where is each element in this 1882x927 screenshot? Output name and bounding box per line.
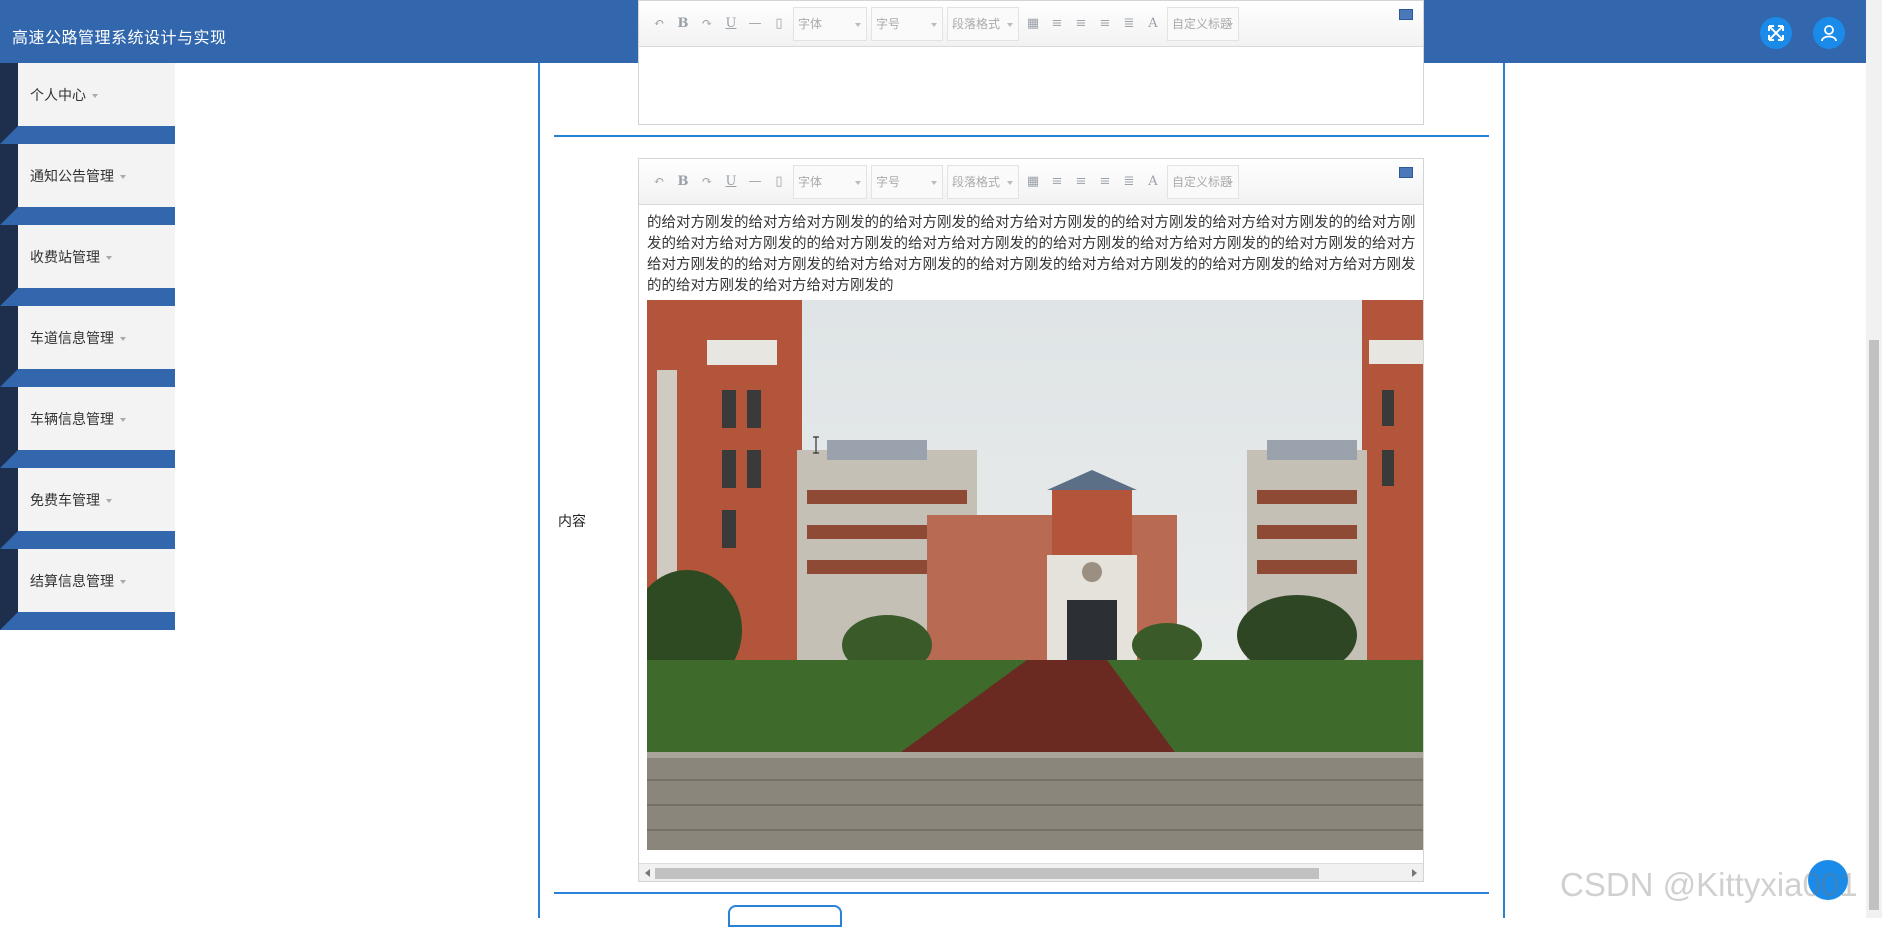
caret-down-icon bbox=[120, 175, 126, 179]
align-justify-icon[interactable]: ≣ bbox=[1117, 12, 1141, 36]
table-icon[interactable]: ▦ bbox=[1021, 12, 1045, 36]
caret-down-icon bbox=[106, 256, 112, 260]
bold-button[interactable]: B bbox=[671, 12, 695, 36]
undo-icon[interactable]: ↶ bbox=[647, 170, 671, 194]
font-family-select[interactable]: 字体 bbox=[793, 6, 867, 41]
caret-down-icon bbox=[92, 94, 98, 98]
rich-text-editor-top[interactable]: ↶ B ↷ U — ▯ 字体 字号 段落格式 ▦ ≡ ≡ ≡ ≣ A 自定义标题 bbox=[638, 0, 1424, 125]
sidebar-item-toll-station[interactable]: 收费站管理 bbox=[0, 225, 175, 306]
content-field-label: 内容 bbox=[558, 514, 586, 530]
expand-icon bbox=[1768, 25, 1784, 41]
source-code-icon[interactable] bbox=[1399, 167, 1413, 178]
editor-toolbar: ↶ B ↷ U — ▯ 字体 字号 段落格式 ▦ ≡ ≡ ≡ ≣ A 自定义标题 bbox=[639, 1, 1423, 47]
underline-button[interactable]: U bbox=[719, 170, 743, 194]
font-family-select[interactable]: 字体 bbox=[793, 164, 867, 199]
scrollbar-thumb[interactable] bbox=[655, 868, 1319, 879]
sidebar-item-vehicle-info[interactable]: 车辆信息管理 bbox=[0, 387, 175, 468]
page-icon[interactable]: ▯ bbox=[767, 12, 791, 36]
sidebar-item-label: 个人中心 bbox=[30, 88, 86, 104]
redo-icon[interactable]: ↷ bbox=[695, 170, 719, 194]
align-justify-icon[interactable]: ≣ bbox=[1117, 170, 1141, 194]
sidebar-item-notice-management[interactable]: 通知公告管理 bbox=[0, 144, 175, 225]
user-icon bbox=[1821, 25, 1837, 42]
custom-heading-select[interactable]: 自定义标题 bbox=[1167, 6, 1239, 41]
align-center-icon[interactable]: ≡ bbox=[1093, 170, 1117, 194]
custom-heading-select[interactable]: 自定义标题 bbox=[1167, 164, 1239, 199]
underline-button[interactable]: U bbox=[719, 12, 743, 36]
sidebar-item-label: 车道信息管理 bbox=[30, 331, 114, 347]
app-title: 高速公路管理系统设计与实现 bbox=[12, 28, 227, 47]
sidebar-item-label: 结算信息管理 bbox=[30, 574, 114, 590]
caret-down-icon bbox=[120, 580, 126, 584]
submit-button[interactable] bbox=[728, 905, 842, 927]
editor-body[interactable] bbox=[639, 47, 1423, 124]
sidebar-item-label: 车辆信息管理 bbox=[30, 412, 114, 428]
paragraph-format-select[interactable]: 段落格式 bbox=[947, 164, 1019, 199]
scrollbar-thumb[interactable] bbox=[1869, 340, 1879, 910]
text-cursor-icon bbox=[812, 436, 820, 454]
sidebar-item-personal-center[interactable]: 个人中心 bbox=[0, 63, 175, 144]
font-size-select[interactable]: 字号 bbox=[871, 164, 943, 199]
align-center-icon[interactable]: ≡ bbox=[1093, 12, 1117, 36]
form-row-divider bbox=[554, 135, 1489, 137]
align-left-icon[interactable]: ≡ bbox=[1045, 170, 1069, 194]
sidebar: 个人中心 通知公告管理 收费站管理 车道信息管理 车辆信息管理 免费车管理 结算… bbox=[0, 63, 175, 630]
sidebar-item-free-vehicle[interactable]: 免费车管理 bbox=[0, 468, 175, 549]
sidebar-item-label: 收费站管理 bbox=[30, 250, 100, 266]
align-right-icon[interactable]: ≡ bbox=[1069, 12, 1093, 36]
horizontal-rule-icon[interactable]: — bbox=[743, 170, 767, 194]
undo-icon[interactable]: ↶ bbox=[647, 12, 671, 36]
text-color-button[interactable]: A bbox=[1141, 170, 1165, 194]
form-border-left bbox=[538, 63, 540, 918]
editor-body[interactable]: 的给对方刚发的给对方给对方刚发的的给对方刚发的给对方给对方刚发的的给对方刚发的给… bbox=[639, 205, 1423, 881]
bold-button[interactable]: B bbox=[671, 170, 695, 194]
form-border-right bbox=[1503, 63, 1505, 918]
font-size-select[interactable]: 字号 bbox=[871, 6, 943, 41]
sidebar-item-label: 免费车管理 bbox=[30, 493, 100, 509]
paragraph-format-select[interactable]: 段落格式 bbox=[947, 6, 1019, 41]
scroll-left-icon[interactable] bbox=[645, 869, 650, 877]
content-editor[interactable]: ↶ B ↷ U — ▯ 字体 字号 段落格式 ▦ ≡ ≡ ≡ ≣ A 自定义标题… bbox=[638, 158, 1424, 882]
caret-down-icon bbox=[120, 418, 126, 422]
sidebar-item-settlement-info[interactable]: 结算信息管理 bbox=[0, 549, 175, 630]
sidebar-item-label: 通知公告管理 bbox=[30, 169, 114, 185]
horizontal-rule-icon[interactable]: — bbox=[743, 12, 767, 36]
align-left-icon[interactable]: ≡ bbox=[1045, 12, 1069, 36]
campus-building-photo bbox=[647, 300, 1423, 850]
redo-icon[interactable]: ↷ bbox=[695, 12, 719, 36]
fullscreen-button[interactable] bbox=[1760, 17, 1792, 49]
content-text[interactable]: 的给对方刚发的给对方给对方刚发的的给对方刚发的给对方给对方刚发的的给对方刚发的给… bbox=[647, 213, 1419, 297]
source-code-icon[interactable] bbox=[1399, 9, 1413, 20]
user-menu-button[interactable] bbox=[1813, 17, 1845, 49]
scroll-right-icon[interactable] bbox=[1412, 869, 1417, 877]
table-icon[interactable]: ▦ bbox=[1021, 170, 1045, 194]
page-icon[interactable]: ▯ bbox=[767, 170, 791, 194]
page-vertical-scrollbar[interactable] bbox=[1866, 0, 1882, 918]
sidebar-item-lane-info[interactable]: 车道信息管理 bbox=[0, 306, 175, 387]
form-row-divider bbox=[554, 892, 1489, 894]
watermark: CSDN @Kittyxia001 bbox=[1560, 866, 1858, 903]
editor-toolbar: ↶ B ↷ U — ▯ 字体 字号 段落格式 ▦ ≡ ≡ ≡ ≣ A 自定义标题 bbox=[639, 159, 1423, 205]
caret-down-icon bbox=[106, 499, 112, 503]
align-right-icon[interactable]: ≡ bbox=[1069, 170, 1093, 194]
text-color-button[interactable]: A bbox=[1141, 12, 1165, 36]
caret-down-icon bbox=[120, 337, 126, 341]
editor-horizontal-scrollbar[interactable] bbox=[639, 863, 1423, 881]
